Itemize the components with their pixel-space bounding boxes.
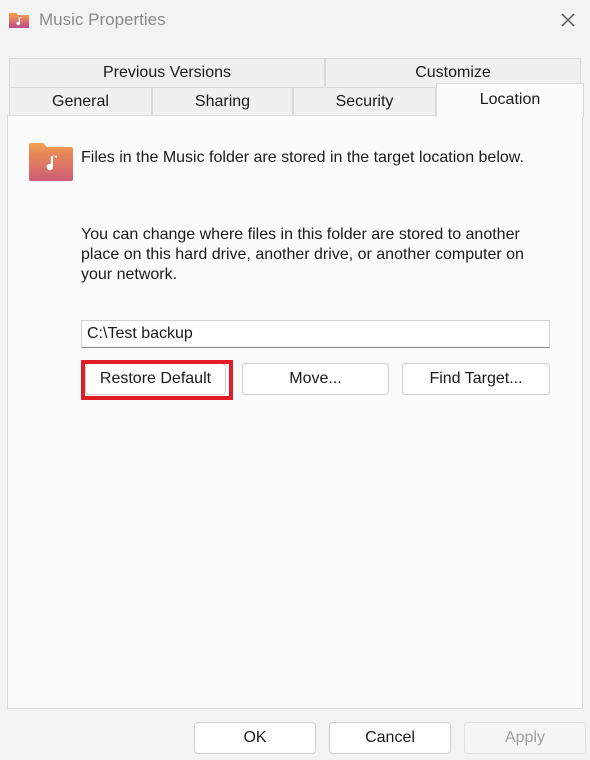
close-button[interactable] [554,6,582,34]
tab-location[interactable]: Location [436,83,584,117]
tab-sharing[interactable]: Sharing [152,87,293,116]
window-title: Music Properties [39,10,166,29]
tab-label: Customize [415,64,491,81]
target-path-input[interactable] [81,320,550,348]
title-bar: Music Properties [0,0,590,42]
tab-label: Previous Versions [102,64,232,81]
find-target-button[interactable]: Find Target... [402,363,550,395]
close-icon [561,13,575,27]
music-folder-icon [29,143,73,181]
location-description: Files in the Music folder are stored in … [81,149,524,166]
tab-label: Sharing [194,93,251,110]
restore-default-button[interactable]: Restore Default [85,363,226,395]
tab-label: Security [335,93,394,110]
tab-security[interactable]: Security [293,87,436,116]
tab-previous-versions[interactable]: Previous Versions [9,58,325,87]
ok-button[interactable]: OK [194,722,316,754]
move-button[interactable]: Move... [242,363,389,395]
tab-label: Location [479,91,541,108]
location-help-text: You can change where files in this folde… [81,226,524,283]
apply-button[interactable]: Apply [464,722,586,754]
cancel-button[interactable]: Cancel [329,722,451,754]
location-panel: Files in the Music folder are stored in … [7,115,583,709]
tab-label: General [52,93,109,110]
tab-general[interactable]: General [9,87,152,116]
music-folder-icon [9,13,29,28]
